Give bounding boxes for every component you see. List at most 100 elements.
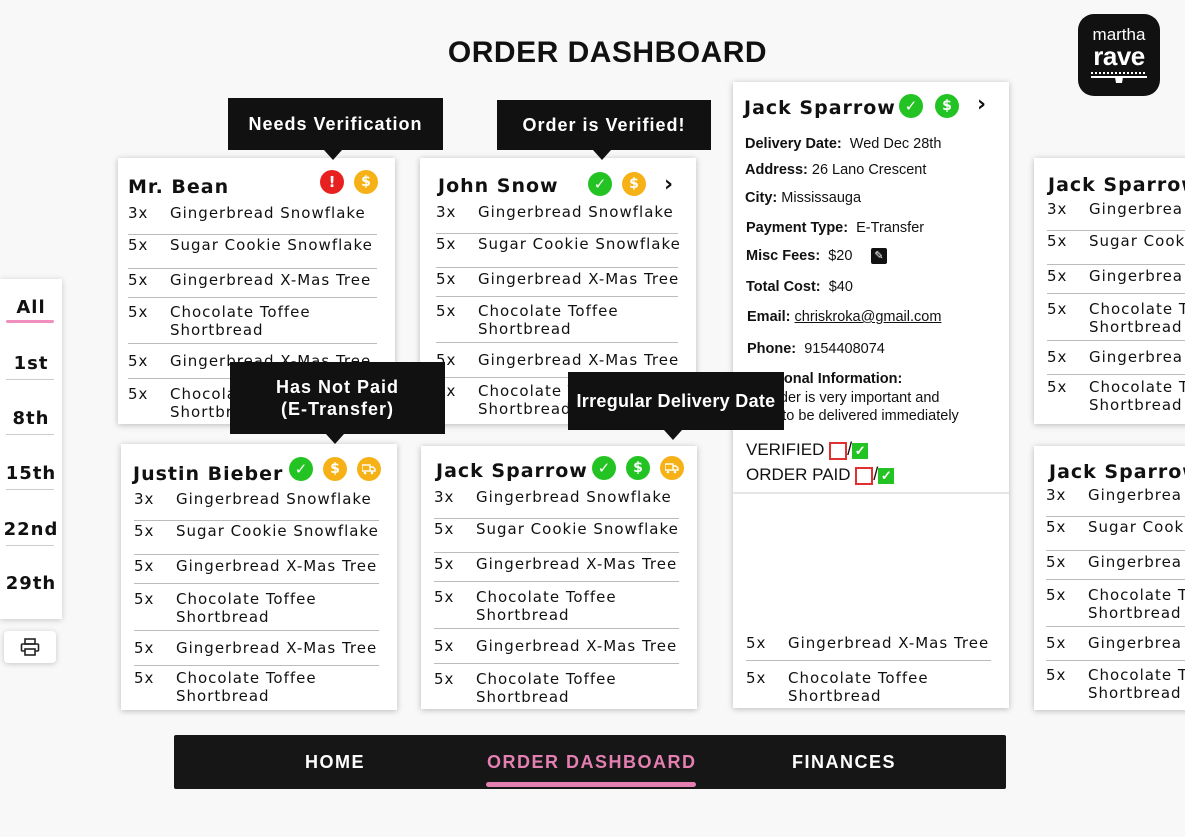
order-row: 5x Sugar Cookie Snowflake [434, 520, 679, 553]
order-row: 5xChocolate ToffeeShortbread [436, 302, 678, 343]
order-row: 3x Gingerbrea [1047, 200, 1185, 231]
order-row: 5x Gingerbrea [1046, 553, 1185, 580]
bottom-navigation: HOME ORDER DASHBOARD FINANCES [174, 735, 1006, 789]
order-row: 5x Sugar Cookie Snowflake [128, 236, 377, 269]
customer-name: Jack Sparrow [1049, 461, 1185, 483]
filter-active-indicator [6, 320, 54, 323]
order-row: 5x Gingerbread X-Mas Tree [746, 634, 991, 661]
exclamation-icon[interactable]: ! [320, 170, 344, 194]
order-row: 5x Chocolate T Shortbread [1047, 300, 1185, 341]
order-row: 3x Gingerbread Snowflake [128, 204, 377, 235]
dollar-icon[interactable]: $ [626, 456, 650, 480]
customer-name: Jack Sparrow [436, 460, 588, 482]
order-row: 5xChocolate ToffeeShortbread [128, 303, 377, 344]
dollar-icon[interactable]: $ [935, 94, 959, 118]
page-title: ORDER DASHBOARD [447, 36, 768, 69]
check-icon[interactable]: ✓ [899, 94, 923, 118]
customer-name: John Snow [438, 175, 559, 197]
date-filter-sidebar: All 1st 8th 15th 22nd 29th [0, 279, 62, 619]
order-row: 5x Gingerbrea [1046, 634, 1185, 661]
order-row: 5x Gingerbread X-Mas Tree [434, 637, 679, 664]
additional-info-line2: s to be delivered immediately [771, 408, 959, 424]
customer-name: Jack Sparrow [744, 97, 896, 119]
filter-1st[interactable]: 1st [0, 353, 62, 374]
dollar-icon[interactable]: $ [354, 170, 378, 194]
filter-8th[interactable]: 8th [0, 408, 62, 429]
logo-text-bottom: rave [1093, 41, 1145, 71]
order-row: 5xChocolate ToffeeShortbread [134, 669, 317, 705]
order-row: 5x Gingerbread X-Mas Tree [134, 557, 379, 584]
check-icon[interactable]: ✓ [588, 172, 612, 196]
edit-icon[interactable]: ✎ [871, 248, 887, 264]
order-card-jack-sparrow-right-2[interactable]: Jack Sparrow 3xGingerbrea 5xSugar Cook 5… [1034, 446, 1185, 710]
address: Address: 26 Lano Crescent [745, 162, 927, 178]
order-row: 5xChocolate ToffeeShortbread [134, 590, 379, 631]
chevron-right-icon[interactable]: › [977, 92, 986, 117]
order-row: 5x Chocolate T Shortbread [1046, 586, 1185, 627]
filter-29th[interactable]: 29th [0, 573, 62, 594]
tooltip-has-not-paid-line1: Has Not Paid [275, 377, 400, 397]
tooltip-order-verified: Order is Verified! [497, 100, 711, 160]
payment-type: Payment Type: E-Transfer [746, 220, 925, 236]
order-card-justin-bieber[interactable]: Justin Bieber ✓ $ 3x Gingerbread Snowflak… [121, 444, 397, 710]
order-row: 5x Gingerbread X-Mas Tree [134, 639, 379, 666]
email-link[interactable]: chriskroka@gmail.com [795, 309, 942, 325]
order-card-jack-sparrow[interactable]: Jack Sparrow ✓ $ 3x Gingerbread Snowflake… [421, 446, 697, 709]
order-card-jack-sparrow-right-1[interactable]: Jack Sparrow 3x Gingerbrea 5x Sugar Cook 5… [1034, 158, 1185, 424]
brand-logo[interactable]: martha rave [1078, 14, 1160, 96]
order-row: 5x Gingerbread X-Mas Tree [436, 270, 678, 297]
order-row: 5x Sugar Cook [1046, 518, 1185, 551]
dollar-icon[interactable]: $ [323, 457, 347, 481]
cake-stand-icon [1091, 72, 1147, 83]
paid-checked-box[interactable]: ✓ [878, 467, 895, 484]
order-row: 5xChocolate ToffeeShortbread [434, 670, 617, 706]
verified-checked-box[interactable]: ✓ [852, 442, 869, 459]
print-button[interactable] [4, 631, 56, 663]
paid-unchecked-box[interactable] [855, 466, 874, 485]
check-icon[interactable]: ✓ [592, 456, 616, 480]
nav-active-indicator [486, 782, 696, 787]
order-paid-row: ORDER PAID / ✓ [746, 464, 895, 485]
order-row: 5x Sugar Cookie Snowflake [134, 522, 379, 555]
order-row: 5x Gingerbrea [1047, 348, 1185, 375]
nav-finances[interactable]: FINANCES [792, 735, 896, 789]
tooltip-has-not-paid-line2: (E-Transfer) [280, 399, 395, 419]
order-row: 5xChocolate ToffeeShortbread [746, 669, 929, 705]
order-row: 5x Chocolate T Shortbread [1046, 666, 1185, 702]
order-row: 5x Gingerbread X-Mas Tree [128, 271, 377, 298]
verified-row: VERIFIED / ✓ [746, 439, 869, 460]
order-row: 5x Sugar Cook [1047, 232, 1185, 265]
printer-icon [20, 638, 40, 656]
phone: Phone: 9154408074 [747, 341, 885, 357]
nav-home[interactable]: HOME [305, 735, 365, 789]
order-row: 5xChocolate ToffeeShortbread [434, 588, 679, 629]
truck-icon[interactable] [660, 456, 684, 480]
detail-divider [733, 492, 1009, 494]
delivery-date: Delivery Date: Wed Dec 28th [745, 136, 942, 152]
customer-name: Jack Sparrow [1048, 174, 1185, 196]
tooltip-has-not-paid: Has Not Paid (E-Transfer) [230, 362, 445, 444]
order-row: 5x Gingerbrea [1047, 267, 1185, 294]
nav-order-dashboard[interactable]: ORDER DASHBOARD [487, 735, 697, 789]
order-row: 5x Chocolate T Shortbread [1047, 378, 1185, 414]
order-row: 5x Sugar Cookie Snowflake [436, 235, 680, 268]
email: Email: chriskroka@gmail.com [747, 309, 942, 325]
filter-15th[interactable]: 15th [0, 463, 62, 484]
additional-info-line1: order is very important and [767, 390, 940, 406]
customer-name: Justin Bieber [133, 463, 284, 485]
misc-fees: Misc Fees: $20 [746, 248, 853, 264]
order-row: 3x Gingerbread Snowflake [434, 488, 679, 519]
dollar-icon[interactable]: $ [622, 172, 646, 196]
filter-all[interactable]: All [0, 297, 62, 318]
truck-icon[interactable] [357, 457, 381, 481]
additional-info-label: itional Information: [771, 371, 903, 387]
check-icon[interactable]: ✓ [289, 457, 313, 481]
filter-22nd[interactable]: 22nd [0, 519, 62, 540]
tooltip-needs-verification: Needs Verification [228, 98, 443, 160]
total-cost: Total Cost: $40 [746, 279, 853, 295]
city: City: Mississauga [745, 190, 862, 206]
order-row: 5x Gingerbread X-Mas Tree [434, 555, 679, 582]
order-row: 3x Gingerbrea [1046, 486, 1185, 517]
verified-unchecked-box[interactable] [829, 441, 848, 460]
chevron-right-icon[interactable]: › [664, 172, 673, 197]
